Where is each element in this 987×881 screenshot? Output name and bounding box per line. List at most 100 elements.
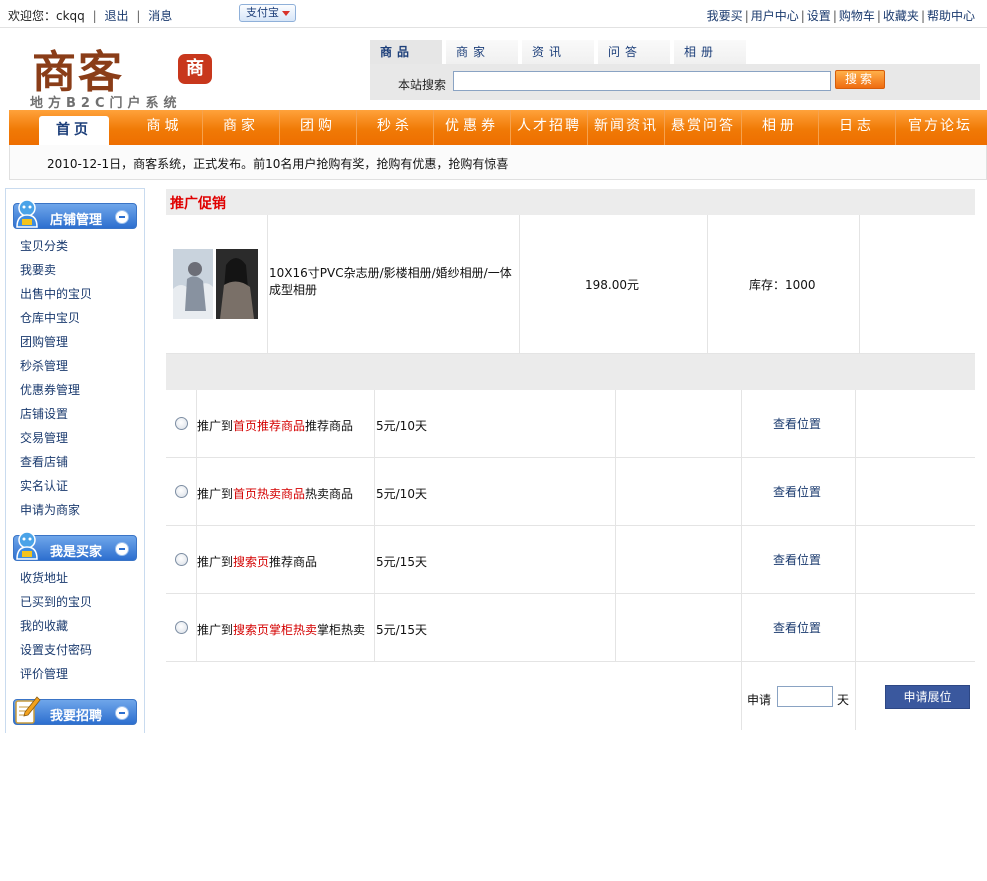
product-thumbnail[interactable] bbox=[173, 249, 213, 319]
favorites-link[interactable]: 收藏夹 bbox=[883, 9, 919, 23]
option-price: 5元/10天 bbox=[376, 487, 427, 501]
sidebar-item-categories[interactable]: 宝贝分类 bbox=[20, 237, 68, 254]
sidebar-item-view-shop[interactable]: 查看店铺 bbox=[20, 453, 68, 470]
search-box: 商品 商家 资讯 问答 相册 本站搜索 搜索 bbox=[370, 40, 980, 100]
collapse-icon[interactable] bbox=[115, 706, 129, 720]
product-stock: 库存：1000 bbox=[749, 278, 816, 292]
sidebar-item-group-buy[interactable]: 团购管理 bbox=[20, 333, 68, 350]
nav-blog[interactable]: 日志 bbox=[819, 110, 896, 145]
pen-note-icon bbox=[15, 696, 41, 724]
sidebar-item-warehouse[interactable]: 仓库中宝贝 bbox=[20, 309, 80, 326]
sidebar-section-title: 店铺管理 bbox=[50, 213, 103, 228]
separator: | bbox=[136, 9, 141, 23]
sidebar-item-coupons[interactable]: 优惠券管理 bbox=[20, 381, 80, 398]
nav-albums[interactable]: 相册 bbox=[742, 110, 819, 145]
option-radio[interactable] bbox=[175, 417, 188, 430]
settings-link[interactable]: 设置 bbox=[807, 9, 831, 23]
logout-link[interactable]: 退出 bbox=[105, 9, 129, 23]
search-tab-albums[interactable]: 相册 bbox=[674, 40, 746, 64]
alipay-dropdown[interactable]: 支付宝 bbox=[239, 4, 296, 22]
sidebar-item-flash-sale[interactable]: 秒杀管理 bbox=[20, 357, 68, 374]
sidebar-item-pay-password[interactable]: 设置支付密码 bbox=[20, 641, 92, 658]
options-header bbox=[166, 354, 975, 390]
buy-link[interactable]: 我要买 bbox=[707, 9, 743, 23]
product-thumbnail[interactable] bbox=[216, 249, 258, 319]
nav-mall[interactable]: 商城 bbox=[127, 110, 203, 145]
promotion-option: 推广到搜索页推荐商品 5元/15天 查看位置 bbox=[166, 526, 975, 594]
product-price: 198.00元 bbox=[585, 278, 639, 292]
option-radio[interactable] bbox=[175, 485, 188, 498]
section-header: 推广促销 bbox=[166, 189, 975, 215]
alipay-label: 支付宝 bbox=[246, 6, 279, 19]
sidebar-item-on-sale[interactable]: 出售中的宝贝 bbox=[20, 285, 92, 302]
help-link[interactable]: 帮助中心 bbox=[927, 9, 975, 23]
nav-merchants[interactable]: 商家 bbox=[203, 110, 280, 145]
section-title: 推广促销 bbox=[170, 196, 226, 212]
nav-coupons[interactable]: 优惠券 bbox=[434, 110, 511, 145]
view-position-link[interactable]: 查看位置 bbox=[773, 619, 821, 636]
logo-tagline: 地方B2C门户系统 bbox=[30, 96, 182, 111]
sidebar-item-favorites[interactable]: 我的收藏 bbox=[20, 617, 68, 634]
sidebar-item-shop-settings[interactable]: 店铺设置 bbox=[20, 405, 68, 422]
option-radio[interactable] bbox=[175, 621, 188, 634]
messages-link[interactable]: 消息 bbox=[148, 9, 172, 23]
search-panel: 本站搜索 搜索 bbox=[370, 64, 980, 100]
search-tab-goods[interactable]: 商品 bbox=[370, 40, 442, 64]
option-radio[interactable] bbox=[175, 553, 188, 566]
promotion-option: 推广到首页推荐商品推荐商品 5元/10天 查看位置 bbox=[166, 390, 975, 458]
search-input[interactable] bbox=[453, 71, 831, 91]
collapse-icon[interactable] bbox=[115, 210, 129, 224]
promotion-option: 推广到首页热卖商品热卖商品 5元/10天 查看位置 bbox=[166, 458, 975, 526]
option-price: 5元/15天 bbox=[376, 555, 427, 569]
nav-news[interactable]: 新闻资讯 bbox=[588, 110, 665, 145]
apply-row: 申请 天 申请展位 bbox=[166, 662, 975, 730]
separator: | bbox=[92, 9, 97, 23]
sidebar-section-buyer[interactable]: 我是买家 bbox=[13, 531, 137, 561]
search-button[interactable]: 搜索 bbox=[835, 70, 885, 89]
option-description: 推广到首页热卖商品热卖商品 bbox=[197, 487, 354, 501]
option-description: 推广到搜索页推荐商品 bbox=[197, 555, 318, 569]
search-tab-merchants[interactable]: 商家 bbox=[446, 40, 518, 64]
search-label: 本站搜索 bbox=[398, 78, 447, 92]
search-tab-news[interactable]: 资讯 bbox=[522, 40, 594, 64]
sidebar-item-transactions[interactable]: 交易管理 bbox=[20, 429, 68, 446]
product-name[interactable]: 10X16寸PVC杂志册/影楼相册/婚纱相册/一体成型相册 bbox=[269, 265, 519, 299]
announcement-text: 2010-12-1日，商客系统，正式发布。前10名用户抢购有奖，抢购有优惠，抢购… bbox=[47, 157, 509, 171]
dropdown-arrow-icon bbox=[282, 11, 290, 16]
user-icon bbox=[16, 531, 38, 560]
option-price: 5元/15天 bbox=[376, 623, 427, 637]
user-icon bbox=[16, 199, 38, 228]
nav-jobs[interactable]: 人才招聘 bbox=[511, 110, 588, 145]
nav-home[interactable]: 首页 bbox=[39, 116, 109, 145]
view-position-link[interactable]: 查看位置 bbox=[773, 551, 821, 568]
sidebar-item-verification[interactable]: 实名认证 bbox=[20, 477, 68, 494]
collapse-icon[interactable] bbox=[115, 542, 129, 556]
nav-flash-sale[interactable]: 秒杀 bbox=[357, 110, 434, 145]
cart-link[interactable]: 购物车 bbox=[839, 9, 875, 23]
nav-qa[interactable]: 悬赏问答 bbox=[665, 110, 742, 145]
site-logo[interactable]: 商客 商 地方B2C门户系统 bbox=[28, 36, 218, 111]
logo-seal: 商 bbox=[178, 54, 212, 84]
sidebar-item-reviews[interactable]: 评价管理 bbox=[20, 665, 68, 682]
nav-group-buy[interactable]: 团购 bbox=[280, 110, 357, 145]
sidebar-item-sell[interactable]: 我要卖 bbox=[20, 261, 56, 278]
welcome-text: 欢迎您：ckqq bbox=[8, 9, 85, 23]
announcement-bar: 2010-12-1日，商客系统，正式发布。前10名用户抢购有奖，抢购有优惠，抢购… bbox=[9, 145, 987, 180]
days-input[interactable] bbox=[777, 686, 833, 707]
sidebar-item-apply-merchant[interactable]: 申请为商家 bbox=[20, 501, 80, 518]
view-position-link[interactable]: 查看位置 bbox=[773, 415, 821, 432]
view-position-link[interactable]: 查看位置 bbox=[773, 483, 821, 500]
sidebar: 店铺管理 宝贝分类 我要卖 出售中的宝贝 仓库中宝贝 团购管理 秒杀管理 优惠券… bbox=[5, 188, 145, 733]
apply-label: 申请 bbox=[747, 693, 772, 707]
promotion-option: 推广到搜索页掌柜热卖掌柜热卖 5元/15天 查看位置 bbox=[166, 594, 975, 662]
apply-booth-button[interactable]: 申请展位 bbox=[885, 685, 970, 709]
search-tab-qa[interactable]: 问答 bbox=[598, 40, 670, 64]
user-center-link[interactable]: 用户中心 bbox=[751, 9, 799, 23]
nav-forum[interactable]: 官方论坛 bbox=[896, 110, 984, 145]
sidebar-section-title: 我是买家 bbox=[50, 545, 103, 560]
sidebar-section-shop[interactable]: 店铺管理 bbox=[13, 199, 137, 229]
option-description: 推广到搜索页掌柜热卖掌柜热卖 bbox=[197, 623, 366, 637]
sidebar-section-recruit[interactable]: 我要招聘 bbox=[13, 696, 137, 725]
sidebar-item-purchased[interactable]: 已买到的宝贝 bbox=[20, 593, 92, 610]
sidebar-item-address[interactable]: 收货地址 bbox=[20, 569, 68, 586]
